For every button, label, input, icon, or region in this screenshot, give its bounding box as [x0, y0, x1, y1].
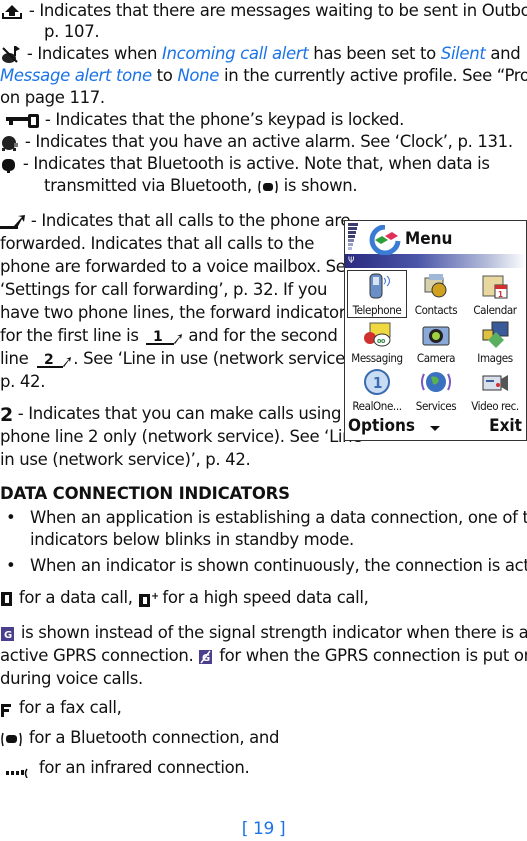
realone-icon: 1 — [362, 368, 392, 396]
incoming-call-alert-link[interactable]: Incoming call alert — [162, 44, 309, 63]
menu-item-calendar[interactable]: 1 Calendar — [466, 271, 524, 317]
fax-icon — [0, 700, 14, 718]
menu-item-contacts[interactable]: Contacts — [407, 271, 465, 317]
svg-text:G: G — [4, 630, 12, 641]
silent-line-2: Message alert tone to None in the curren… — [0, 66, 527, 85]
forward-line-4: ‘Settings for call forwarding’, p. 32. I… — [0, 280, 328, 299]
telephone-icon — [362, 272, 392, 300]
bullet-2-line-1: When an indicator is shown continuously,… — [30, 556, 527, 575]
line2-forward-icon: 2 — [33, 351, 73, 369]
menu-title: Menu — [405, 229, 453, 249]
section-heading: DATA CONNECTION INDICATORS — [0, 484, 290, 503]
forward-line-5: have two phone lines, the forward indica… — [0, 303, 346, 322]
forward-line-7: line 2 . See ‘Line in use (network servi… — [0, 349, 361, 369]
bullet-dot: • — [6, 508, 16, 527]
fax-row: for a fax call, — [0, 697, 122, 719]
images-icon — [480, 320, 510, 348]
bluetooth-connection-icon — [0, 730, 24, 748]
data-call-icon — [0, 590, 14, 608]
menu-item-images[interactable]: Images — [466, 319, 524, 365]
line1-forward-icon: 1 — [144, 328, 184, 346]
services-icon — [421, 368, 451, 396]
line2-row-3: in use (network service)’, p. 42. — [0, 450, 251, 469]
page-number: [ 19 ] — [241, 819, 286, 839]
menu-item-realone[interactable]: 1 RealOne... — [348, 367, 406, 413]
forward-line-8: p. 42. — [0, 372, 46, 391]
calendar-icon: 1 — [480, 272, 510, 300]
bullet-1-line-1: When an application is establishing a da… — [30, 508, 527, 527]
scroll-down-icon — [430, 426, 440, 431]
bullet-1-line-2: indicators below blinks in standby mode. — [30, 530, 354, 549]
contacts-icon — [421, 272, 451, 300]
outbox-icon — [0, 3, 24, 21]
antenna-icon: Ψ — [348, 256, 355, 266]
camera-icon — [421, 320, 451, 348]
menu-logo-icon — [367, 224, 403, 259]
menu-item-video-recorder[interactable]: Video rec. — [466, 367, 524, 413]
svg-text:G: G — [202, 653, 210, 664]
bluetooth-connection-row: for a Bluetooth connection, and — [0, 727, 279, 749]
menu-item-camera[interactable]: Camera — [407, 319, 465, 365]
svg-text:+: + — [151, 591, 158, 602]
silent-icon — [0, 45, 22, 65]
infrared-icon — [0, 760, 34, 778]
svg-text:1: 1 — [498, 290, 503, 299]
exit-softkey[interactable]: Exit — [489, 416, 522, 436]
forward-line-6: for the first line is 1 and for the seco… — [0, 326, 338, 346]
message-alert-tone-link[interactable]: Message alert tone — [0, 66, 152, 85]
bullet-list: • When an application is establishing a … — [0, 507, 527, 577]
menu-item-telephone[interactable]: Telephone — [347, 270, 407, 318]
svg-text:oo: oo — [377, 337, 386, 345]
gprs-line-3: during voice calls. — [0, 669, 143, 688]
gprs-line-2: active GPRS connection. G for when the G… — [0, 646, 527, 666]
forward-line-1: - Indicates that all calls to the phone … — [0, 210, 351, 232]
gprs-line-1: G is shown instead of the signal strengt… — [0, 622, 527, 644]
gprs-icon: G — [0, 625, 16, 643]
line2-icon: 2 — [0, 403, 13, 426]
line2-row-2: phone line 2 only (network service). See… — [0, 427, 363, 446]
menu-item-services[interactable]: Services — [407, 367, 465, 413]
bullet-dot: • — [6, 556, 16, 575]
gprs-hold-icon: G — [198, 648, 214, 666]
menu-item-messaging[interactable]: oo Messaging — [348, 319, 406, 365]
bluetooth-icon — [0, 156, 18, 174]
svg-text:1: 1 — [153, 329, 162, 345]
infrared-row: for an infrared connection. — [0, 757, 250, 779]
video-recorder-icon — [480, 368, 510, 396]
line2-row-1: 2 - Indicates that you can make calls us… — [0, 403, 342, 426]
silent-link[interactable]: Silent — [441, 44, 486, 63]
svg-text:1: 1 — [373, 374, 382, 392]
keypad-lock-icon — [6, 113, 40, 129]
outbox-page-ref: p. 107. — [44, 22, 100, 41]
none-link[interactable]: None — [177, 66, 219, 85]
bluetooth-transmit-icon — [257, 178, 279, 196]
svg-text:2: 2 — [44, 352, 53, 368]
call-forward-icon — [0, 214, 26, 230]
alarm-row: - Indicates that you have an active alar… — [0, 131, 513, 153]
outbox-indicator-row: - Indicates that there are messages wait… — [0, 0, 527, 22]
forward-line-3: phone are forwarded to a voice mailbox. … — [0, 257, 356, 276]
softkey-bar: Options Exit — [345, 416, 526, 438]
phone-menu-screenshot: Menu Ψ Telephone Contacts 1 Calendar oo … — [344, 220, 527, 441]
keypad-lock-row: - Indicates that the phone’s keypad is l… — [0, 109, 404, 131]
alarm-icon — [0, 134, 20, 152]
high-speed-data-call-icon: + — [138, 590, 159, 608]
options-softkey[interactable]: Options — [348, 416, 415, 436]
silent-indicator-row: - Indicates when Incoming call alert has… — [0, 43, 521, 65]
bluetooth-row: - Indicates that Bluetooth is active. No… — [0, 153, 490, 175]
bluetooth-line-2: transmitted via Bluetooth, is shown. — [44, 176, 358, 196]
messaging-icon: oo — [362, 320, 392, 348]
signal-strength-icon — [348, 223, 358, 251]
forward-line-2: forwarded. Indicates that all calls to t… — [0, 234, 315, 253]
silent-page-ref: on page 117. — [0, 88, 105, 107]
data-call-row: for a data call, + for a high speed data… — [0, 587, 369, 609]
